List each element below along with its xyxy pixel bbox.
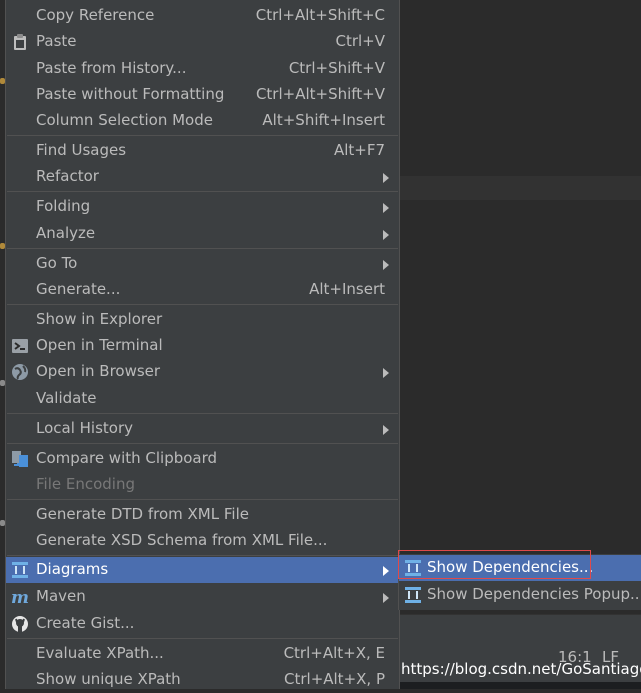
submenu-arrow-icon (383, 260, 389, 270)
menu-item-generate-dtd[interactable]: Generate DTD from XML File (6, 502, 399, 528)
menu-item-shortcut: Ctrl+Alt+Shift+C (255, 6, 385, 24)
submenu-arrow-icon (383, 368, 389, 378)
menu-item-diagrams[interactable]: Diagrams (6, 557, 399, 583)
menu-item-evaluate-xpath[interactable]: Evaluate XPath... Ctrl+Alt+X, E (6, 641, 399, 667)
menu-separator (7, 499, 398, 500)
menu-item-compare-with-clipboard[interactable]: Compare with Clipboard (6, 446, 399, 472)
submenu-arrow-icon (383, 203, 389, 213)
menu-item-label: Show in Explorer (36, 310, 163, 328)
menu-separator (7, 191, 398, 192)
menu-item-label: Generate XSD Schema from XML File... (36, 531, 328, 549)
menu-item-shortcut: Ctrl+Alt+X, P (284, 670, 385, 688)
menu-separator (7, 135, 398, 136)
menu-separator (7, 555, 398, 556)
menu-item-label: Analyze (36, 224, 96, 242)
submenu-arrow-icon (383, 566, 389, 576)
menu-item-label: Generate DTD from XML File (36, 505, 249, 523)
menu-item-folding[interactable]: Folding (6, 194, 399, 220)
tool-window-bar (400, 614, 641, 644)
menu-item-analyze[interactable]: Analyze (6, 221, 399, 247)
context-menu: Copy Reference Ctrl+Alt+Shift+C Paste Ct… (5, 0, 400, 689)
menu-item-label: Paste from History... (36, 59, 187, 77)
compare-icon (11, 450, 29, 468)
menu-item-file-encoding: File Encoding (6, 472, 399, 498)
menu-item-shortcut: Alt+F7 (333, 141, 385, 159)
menu-item-generate-xsd[interactable]: Generate XSD Schema from XML File... (6, 528, 399, 554)
menu-item-shortcut: Ctrl+Shift+V (288, 59, 385, 77)
menu-item-label: Maven (36, 587, 86, 605)
menu-item-label: Find Usages (36, 141, 127, 159)
menu-item-maven[interactable]: m Maven (6, 584, 399, 610)
menu-separator (7, 638, 398, 639)
menu-item-open-in-browser[interactable]: Open in Browser (6, 359, 399, 385)
menu-item-label: Diagrams (36, 560, 109, 578)
menu-item-find-usages[interactable]: Find Usages Alt+F7 (6, 138, 399, 164)
menu-item-label: Local History (36, 419, 134, 437)
highlight-box (398, 550, 591, 579)
terminal-icon (11, 337, 29, 355)
menu-separator (7, 413, 398, 414)
menu-separator (7, 443, 398, 444)
diagram-icon (11, 561, 29, 579)
menu-item-label: Folding (36, 197, 91, 215)
menu-item-shortcut: Ctrl+Alt+Shift+V (255, 85, 385, 103)
menu-item-label: Show unique XPath (36, 670, 181, 688)
menu-item-shortcut: Alt+Insert (309, 280, 385, 298)
submenu-item-show-dependencies-popup[interactable]: Show Dependencies Popup... (399, 582, 641, 608)
menu-item-label: Validate (36, 389, 97, 407)
menu-item-paste-without-formatting[interactable]: Paste without Formatting Ctrl+Alt+Shift+… (6, 82, 399, 108)
menu-item-label: Refactor (36, 167, 99, 185)
menu-item-label: Compare with Clipboard (36, 449, 218, 467)
submenu-arrow-icon (383, 593, 389, 603)
menu-item-show-in-explorer[interactable]: Show in Explorer (6, 307, 399, 333)
menu-item-generate[interactable]: Generate... Alt+Insert (6, 277, 399, 303)
watermark: https://blog.csdn.net/GoSantiago (401, 660, 641, 678)
menu-item-label: File Encoding (36, 475, 135, 493)
diagram-icon (404, 586, 422, 604)
menu-separator (7, 248, 398, 249)
menu-item-open-in-terminal[interactable]: Open in Terminal (6, 333, 399, 359)
taskbar (400, 682, 641, 689)
menu-separator (7, 304, 398, 305)
submenu-arrow-icon (383, 425, 389, 435)
menu-item-create-gist[interactable]: Create Gist... (6, 611, 399, 637)
menu-item-label: Open in Terminal (36, 336, 163, 354)
menu-item-label: Generate... (36, 280, 121, 298)
globe-icon (11, 363, 29, 381)
menu-item-shortcut: Alt+Shift+Insert (262, 111, 385, 129)
menu-item-go-to[interactable]: Go To (6, 251, 399, 277)
menu-item-paste-from-history[interactable]: Paste from History... Ctrl+Shift+V (6, 56, 399, 82)
menu-item-shortcut: Ctrl+Alt+X, E (283, 644, 385, 662)
menu-item-label: Create Gist... (36, 614, 135, 632)
svg-text:m: m (11, 588, 29, 606)
menu-item-label: Copy Reference (36, 6, 155, 24)
maven-icon: m (11, 588, 29, 608)
menu-item-copy-reference[interactable]: Copy Reference Ctrl+Alt+Shift+C (6, 3, 399, 29)
submenu-arrow-icon (383, 230, 389, 240)
submenu-item-label: Show Dependencies Popup... (427, 585, 641, 603)
github-icon (11, 615, 29, 633)
menu-item-label: Evaluate XPath... (36, 644, 164, 662)
menu-item-label: Paste without Formatting (36, 85, 225, 103)
current-line-highlight (400, 176, 641, 200)
menu-item-label: Open in Browser (36, 362, 161, 380)
menu-item-column-selection-mode[interactable]: Column Selection Mode Alt+Shift+Insert (6, 108, 399, 134)
menu-item-validate[interactable]: Validate (6, 386, 399, 412)
menu-item-label: Column Selection Mode (36, 111, 213, 129)
menu-item-paste[interactable]: Paste Ctrl+V (6, 29, 399, 55)
menu-item-shortcut: Ctrl+V (335, 32, 385, 50)
menu-item-refactor[interactable]: Refactor (6, 164, 399, 190)
menu-item-show-unique-xpath[interactable]: Show unique XPath Ctrl+Alt+X, P (6, 667, 399, 693)
submenu-arrow-icon (383, 173, 389, 183)
menu-item-local-history[interactable]: Local History (6, 416, 399, 442)
menu-item-label: Go To (36, 254, 78, 272)
menu-item-label: Paste (36, 32, 77, 50)
clipboard-icon (11, 33, 29, 51)
